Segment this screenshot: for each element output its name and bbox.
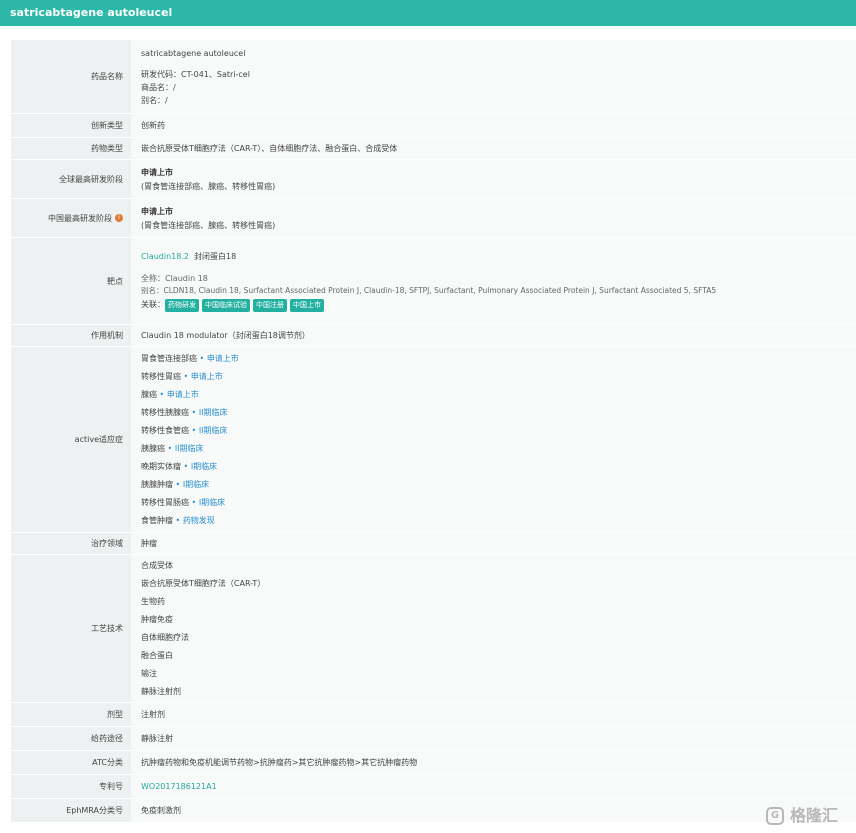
row-atc: ATC分类 抗肿瘤药物和免疫机能调节药物>抗肿瘤药>其它抗肿瘤药物>其它抗肿瘤药…	[11, 750, 856, 775]
label-dosage-form: 剂型	[11, 702, 131, 727]
indication-item: 胰腺肿瘤 • I期临床	[141, 479, 210, 489]
value-route: 静脉注射	[131, 726, 856, 751]
row-drug-type: 药物类型 嵌合抗原受体T细胞疗法（CAR-T）、自体细胞疗法、融合蛋白、合成受体	[11, 137, 856, 160]
technology-item: 静脉注射剂	[141, 686, 181, 696]
label-drug-name: 药品名称	[11, 39, 131, 114]
row-ephmra: EphMRA分类号 免疫刺激剂	[11, 798, 856, 823]
indication-item: 转移性胃肠癌 • I期临床	[141, 497, 226, 507]
label-innovation: 创新类型	[11, 113, 131, 138]
research-code: 研发代码：CT-041、Satri-cel	[141, 69, 250, 79]
info-icon[interactable]: i	[115, 214, 123, 222]
value-therapy-area: 肿瘤	[131, 532, 856, 555]
badge-china-trials[interactable]: 中国临床试验	[202, 298, 250, 312]
indication-item: 食管肿瘤 • 药物发现	[141, 515, 215, 525]
indication-item: 胰腺癌 • II期临床	[141, 443, 204, 453]
row-route: 给药途径 静脉注射	[11, 726, 856, 751]
value-drug-type: 嵌合抗原受体T细胞疗法（CAR-T）、自体细胞疗法、融合蛋白、合成受体	[131, 137, 856, 160]
row-dosage-form: 剂型 注射剂	[11, 702, 856, 727]
label-target: 靶点	[11, 237, 131, 325]
page-title: satricabtagene autoleucel	[0, 0, 856, 26]
technology-item: 嵌合抗原受体T细胞疗法（CAR-T）	[141, 578, 266, 588]
global-stage-value: 申请上市	[141, 167, 173, 177]
technology-item: 自体细胞疗法	[141, 632, 189, 642]
global-stage-detail: (胃食管连接部癌、腺癌、转移性胃癌)	[141, 181, 276, 191]
target-fullname: 全称：Claudin 18	[141, 273, 208, 283]
target-aliases: 别名：CLDN18, Claudin 18, Surfactant Associ…	[141, 285, 717, 295]
label-route: 给药途径	[11, 726, 131, 751]
target-link[interactable]: Claudin18.2	[141, 252, 189, 261]
label-indications: active适应症	[11, 346, 131, 533]
drug-name-en: satricabtagene autoleucel	[141, 48, 246, 58]
gelonghui-logo-icon: G	[766, 807, 784, 825]
value-atc: 抗肿瘤药物和免疫机能调节药物>抗肿瘤药>其它抗肿瘤药物>其它抗肿瘤药物	[131, 750, 856, 775]
label-mechanism: 作用机制	[11, 324, 131, 347]
label-patent: 专利号	[11, 774, 131, 799]
technology-item: 融合蛋白	[141, 650, 173, 660]
row-innovation: 创新类型 创新药	[11, 113, 856, 138]
indication-item: 胃食管连接部癌 • 申请上市	[141, 353, 239, 363]
indication-item: 转移性胃癌 • 申请上市	[141, 371, 223, 381]
row-mechanism: 作用机制 Claudin 18 modulator（封闭蛋白18调节剂）	[11, 324, 856, 347]
alias: 别名：/	[141, 95, 168, 105]
value-mechanism: Claudin 18 modulator（封闭蛋白18调节剂）	[131, 324, 856, 347]
row-drug-name: 药品名称 satricabtagene autoleucel 研发代码：CT-0…	[11, 39, 856, 114]
label-technology: 工艺技术	[11, 554, 131, 703]
trade-name: 商品名：/	[141, 82, 176, 92]
drug-info-table: 药品名称 satricabtagene autoleucel 研发代码：CT-0…	[11, 39, 856, 823]
patent-link[interactable]: WO2017186121A1	[141, 782, 217, 791]
watermark-text: 格隆汇	[790, 806, 839, 825]
row-technology: 工艺技术 合成受体 嵌合抗原受体T细胞疗法（CAR-T） 生物药 肿瘤免疫 自体…	[11, 554, 856, 703]
badge-drug-rd[interactable]: 药物研发	[165, 298, 199, 312]
china-stage-detail: (胃食管连接部癌、腺癌、转移性胃癌)	[141, 220, 276, 230]
china-stage-value: 申请上市	[141, 206, 173, 216]
badge-china-launch[interactable]: 中国上市	[290, 298, 324, 312]
technology-item: 肿瘤免疫	[141, 614, 173, 624]
indication-item: 转移性胰腺癌 • II期临床	[141, 407, 228, 417]
row-therapy-area: 治疗领域 肿瘤	[11, 532, 856, 555]
value-ephmra: 免疫刺激剂	[131, 798, 856, 823]
value-dosage-form: 注射剂	[131, 702, 856, 727]
badge-china-registration[interactable]: 中国注册	[253, 298, 287, 312]
label-drug-type: 药物类型	[11, 137, 131, 160]
label-atc: ATC分类	[11, 750, 131, 775]
related-label: 关联：	[141, 299, 165, 309]
target-alias-cn: 封闭蛋白18	[194, 251, 237, 261]
row-indications: active适应症 胃食管连接部癌 • 申请上市 转移性胃癌 • 申请上市 腺癌…	[11, 346, 856, 533]
label-therapy-area: 治疗领域	[11, 532, 131, 555]
indication-item: 腺癌 • 申请上市	[141, 389, 199, 399]
row-china-stage: 中国最高研发阶段 i 申请上市 (胃食管连接部癌、腺癌、转移性胃癌)	[11, 198, 856, 238]
label-ephmra: EphMRA分类号	[11, 798, 131, 823]
row-target: 靶点 Claudin18.2 封闭蛋白18 全称：Claudin 18 别名：C…	[11, 237, 856, 325]
indication-item: 晚期实体瘤 • I期临床	[141, 461, 218, 471]
technology-item: 合成受体	[141, 560, 173, 570]
label-china-stage: 中国最高研发阶段	[48, 213, 112, 223]
row-global-stage: 全球最高研发阶段 申请上市 (胃食管连接部癌、腺癌、转移性胃癌)	[11, 159, 856, 199]
technology-item: 输注	[141, 668, 157, 678]
indication-item: 转移性食管癌 • II期临床	[141, 425, 228, 435]
row-patent: 专利号 WO2017186121A1	[11, 774, 856, 799]
value-innovation: 创新药	[131, 113, 856, 138]
technology-item: 生物药	[141, 596, 165, 606]
watermark: G 格隆汇	[766, 806, 850, 828]
label-global-stage: 全球最高研发阶段	[11, 159, 131, 199]
